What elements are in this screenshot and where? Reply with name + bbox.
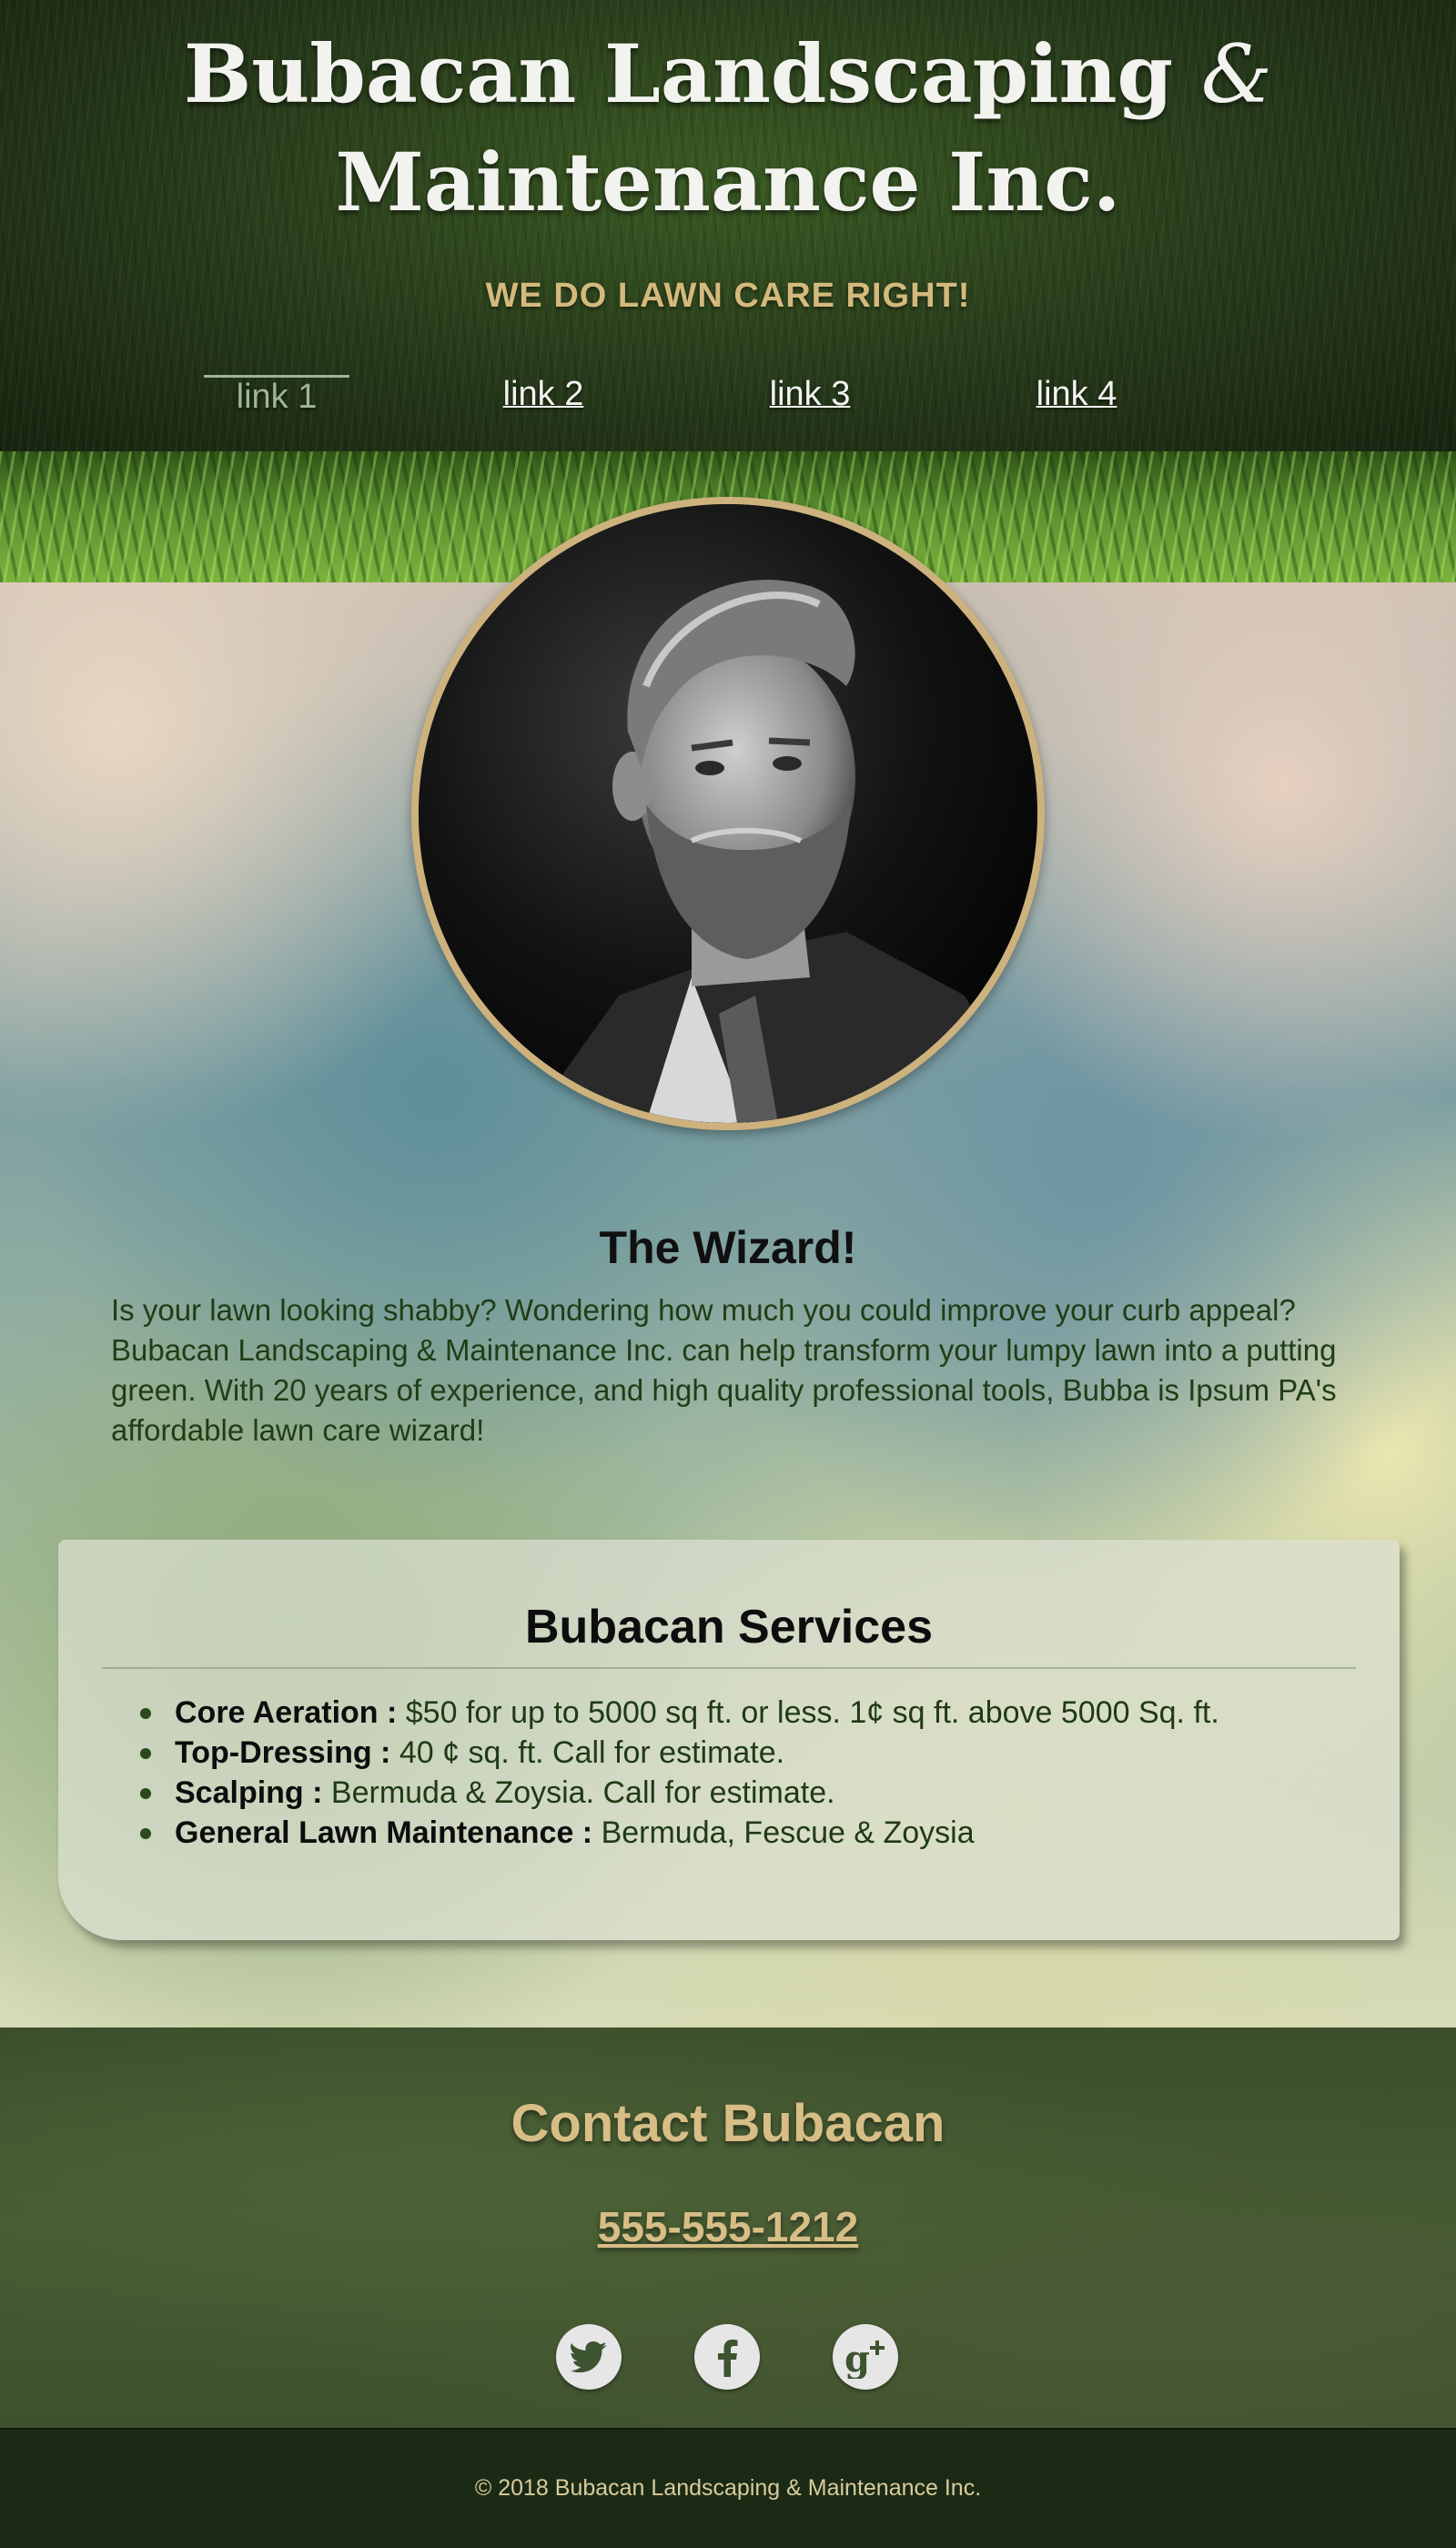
portrait-photo	[419, 504, 1037, 1123]
service-item-core-aeration: Core Aeration : $50 for up to 5000 sq ft…	[140, 1693, 1219, 1733]
facebook-glyph	[718, 2340, 738, 2377]
facebook-icon[interactable]	[694, 2324, 760, 2390]
service-detail: $50 for up to 5000 sq ft. or less. 1¢ sq…	[397, 1695, 1219, 1730]
site-title-ampersand: &	[1200, 27, 1273, 121]
site-header: Bubacan Landscaping & Maintenance Inc. W…	[0, 0, 1456, 451]
google-plus-icon[interactable]: g	[833, 2324, 898, 2390]
service-name: General Lawn Maintenance :	[175, 1815, 593, 1850]
service-item-scalping: Scalping : Bermuda & Zoysia. Call for es…	[140, 1773, 1219, 1813]
site-title: Bubacan Landscaping & Maintenance Inc.	[0, 20, 1456, 236]
service-detail: Bermuda & Zoysia. Call for estimate.	[322, 1775, 835, 1810]
phone-link[interactable]: 555-555-1212	[0, 2202, 1456, 2251]
contact-section: Contact Bubacan 555-555-1212 g	[0, 2027, 1456, 2428]
svg-text:g: g	[844, 2338, 870, 2379]
service-name: Core Aeration :	[175, 1695, 398, 1730]
twitter-icon[interactable]	[556, 2324, 622, 2390]
about-title: The Wizard!	[599, 1222, 857, 1273]
service-item-general-maintenance: General Lawn Maintenance : Bermuda, Fesc…	[140, 1813, 1219, 1853]
services-divider	[102, 1667, 1356, 1669]
services-list: Core Aeration : $50 for up to 5000 sq ft…	[140, 1693, 1219, 1853]
nav-link-4[interactable]: link 4	[1004, 375, 1149, 414]
tagline: WE DO LAWN CARE RIGHT!	[485, 277, 971, 315]
twitter-glyph	[571, 2341, 607, 2372]
google-plus-glyph: g	[844, 2338, 885, 2379]
site-title-line2: Maintenance Inc.	[335, 135, 1121, 229]
wizard-portrait	[411, 497, 1045, 1130]
service-detail: 40 ¢ sq. ft. Call for estimate.	[390, 1735, 785, 1770]
nav-link-1[interactable]: link 1	[204, 375, 349, 417]
service-item-top-dressing: Top-Dressing : 40 ¢ sq. ft. Call for est…	[140, 1733, 1219, 1773]
main-nav: link 1 link 2 link 3 link 4	[0, 375, 1456, 430]
about-text: Is your lawn looking shabby? Wondering h…	[111, 1293, 1337, 1447]
service-detail: Bermuda, Fescue & Zoysia	[592, 1815, 975, 1850]
services-card: Bubacan Services Core Aeration : $50 for…	[58, 1540, 1400, 1940]
copyright: © 2018 Bubacan Landscaping & Maintenance…	[474, 2475, 982, 2501]
contact-title: Contact Bubacan	[511, 2094, 945, 2153]
site-title-line1: Bubacan Landscaping	[183, 26, 1174, 121]
service-name: Scalping :	[175, 1775, 323, 1810]
service-name: Top-Dressing :	[175, 1735, 391, 1770]
services-title: Bubacan Services	[524, 1601, 934, 1653]
site-footer: © 2018 Bubacan Landscaping & Maintenance…	[0, 2428, 1456, 2548]
nav-link-2[interactable]: link 2	[470, 375, 616, 414]
nav-link-3[interactable]: link 3	[737, 375, 883, 414]
